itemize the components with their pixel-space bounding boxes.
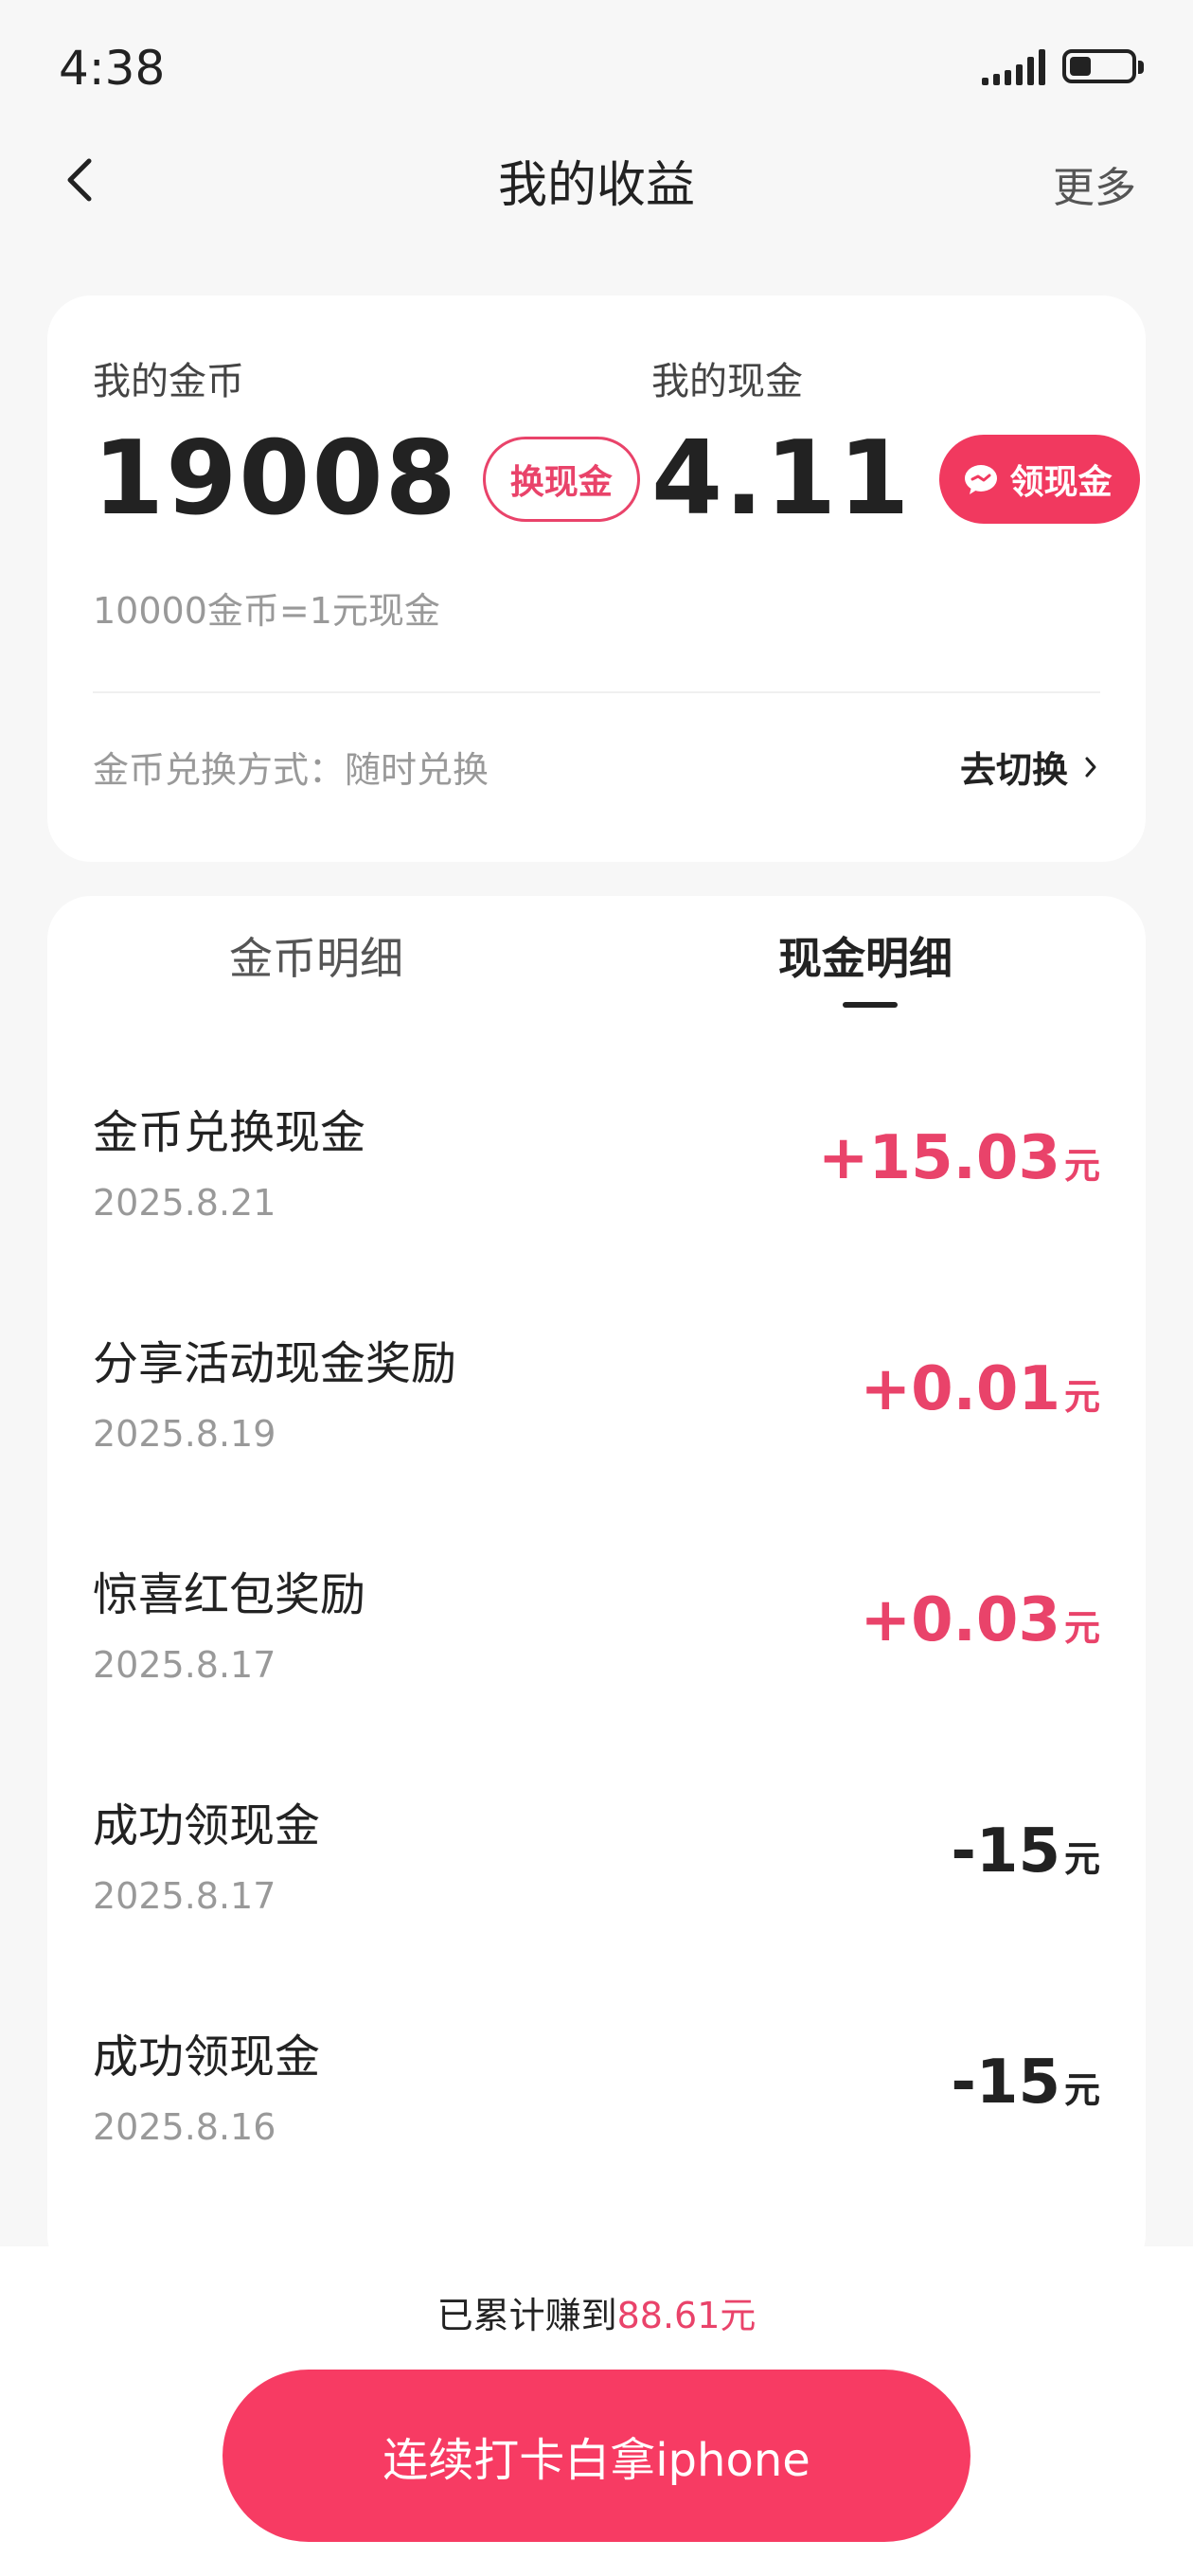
record-amount-unit: 元 — [1063, 1145, 1100, 1187]
list-item: 惊喜红包奖励 2025.8.17 +0.03 元 — [93, 1557, 1100, 1746]
cash-value: 4.11 — [651, 420, 912, 538]
chevron-right-icon — [1085, 757, 1096, 777]
total-earned-prefix: 已累计赚到 — [436, 2295, 617, 2336]
list-item: 分享活动现金奖励 2025.8.19 +0.01 元 — [93, 1326, 1100, 1515]
switch-mode-label: 去切换 — [959, 749, 1068, 791]
record-amount-value: +0.01 — [860, 1354, 1060, 1424]
record-date: 2025.8.21 — [93, 1182, 276, 1224]
exchange-mode-row: 金币兑换方式：随时兑换 去切换 — [93, 741, 1100, 793]
record-amount-unit: 元 — [1063, 1376, 1100, 1418]
checkin-cta-button[interactable]: 连续打卡白拿iphone — [223, 2370, 970, 2542]
record-title: 分享活动现金奖励 — [93, 1337, 457, 1390]
list-item: 成功领现金 2025.8.16 -15 元 — [93, 2019, 1100, 2209]
page-title: 我的收益 — [497, 156, 695, 214]
withdraw-cash-button[interactable]: 领现金 — [939, 435, 1141, 524]
list-item: 成功领现金 2025.8.17 -15 元 — [93, 1788, 1100, 1977]
record-date: 2025.8.19 — [93, 1413, 276, 1455]
tab-coin-details[interactable]: 金币明细 — [229, 924, 403, 987]
record-amount-unit: 元 — [1063, 1838, 1100, 1880]
record-date: 2025.8.17 — [93, 1875, 276, 1917]
coins-value: 19008 — [93, 420, 458, 538]
status-time: 4:38 — [59, 41, 166, 96]
total-earned: 已累计赚到88.61元 — [0, 2286, 1193, 2338]
exchange-mode-text: 金币兑换方式：随时兑换 — [93, 749, 490, 791]
switch-mode-link[interactable]: 去切换 — [960, 741, 1100, 793]
coins-label: 我的金币 — [93, 360, 244, 403]
tab-cash-details[interactable]: 现金明细 — [778, 924, 953, 987]
record-amount: +15.03 元 — [818, 1123, 1100, 1193]
divider — [93, 691, 1100, 693]
details-card: 金币明细 现金明细 金币兑换现金 2025.8.21 +15.03 元 分享活动… — [47, 896, 1146, 2279]
record-amount-value: +0.03 — [860, 1585, 1060, 1655]
battery-level — [1070, 57, 1091, 76]
exchange-rate-note: 10000金币=1元现金 — [93, 590, 440, 632]
record-title: 惊喜红包奖励 — [93, 1568, 366, 1621]
nav-bar: 我的收益 更多 — [0, 133, 1193, 227]
battery-icon — [1062, 49, 1144, 83]
earnings-summary-card: 我的金币 19008 换现金 我的现金 4.11 领现金 10000金币=1元现… — [47, 295, 1146, 862]
exchange-cash-button[interactable]: 换现金 — [482, 437, 640, 522]
withdraw-cash-label: 领现金 — [1009, 463, 1113, 502]
record-amount-unit: 元 — [1063, 1607, 1100, 1649]
record-title: 成功领现金 — [93, 1799, 321, 1852]
list-item: 金币兑换现金 2025.8.21 +15.03 元 — [93, 1095, 1100, 1284]
record-title: 金币兑换现金 — [93, 1106, 366, 1159]
total-earned-value: 88.61元 — [616, 2295, 757, 2336]
record-amount-value: -15 — [951, 2048, 1060, 2118]
record-amount: -15 元 — [951, 1816, 1100, 1887]
record-amount-value: +15.03 — [817, 1123, 1060, 1193]
record-amount: +0.01 元 — [860, 1354, 1100, 1424]
status-bar: 4:38 — [0, 0, 1193, 133]
signal-icon — [982, 47, 1045, 85]
back-arrow-icon[interactable] — [57, 155, 106, 205]
cash-label: 我的现金 — [651, 360, 803, 403]
record-amount-value: -15 — [951, 1816, 1060, 1887]
record-amount: +0.03 元 — [860, 1585, 1100, 1655]
record-title: 成功领现金 — [93, 2030, 321, 2084]
active-tab-indicator — [843, 1002, 898, 1008]
coins-section: 我的金币 19008 换现金 — [93, 350, 640, 530]
status-icons — [982, 47, 1144, 85]
cash-section: 我的现金 4.11 领现金 — [651, 350, 1141, 538]
bottom-bar: 已累计赚到88.61元 连续打卡白拿iphone — [0, 2246, 1193, 2576]
wechat-icon — [965, 465, 998, 494]
record-date: 2025.8.17 — [93, 1644, 276, 1686]
record-date: 2025.8.16 — [93, 2106, 276, 2148]
record-amount-unit: 元 — [1063, 2069, 1100, 2111]
record-amount: -15 元 — [951, 2048, 1100, 2118]
more-button[interactable]: 更多 — [1053, 153, 1136, 214]
detail-tabs: 金币明细 现金明细 — [47, 924, 1146, 1038]
